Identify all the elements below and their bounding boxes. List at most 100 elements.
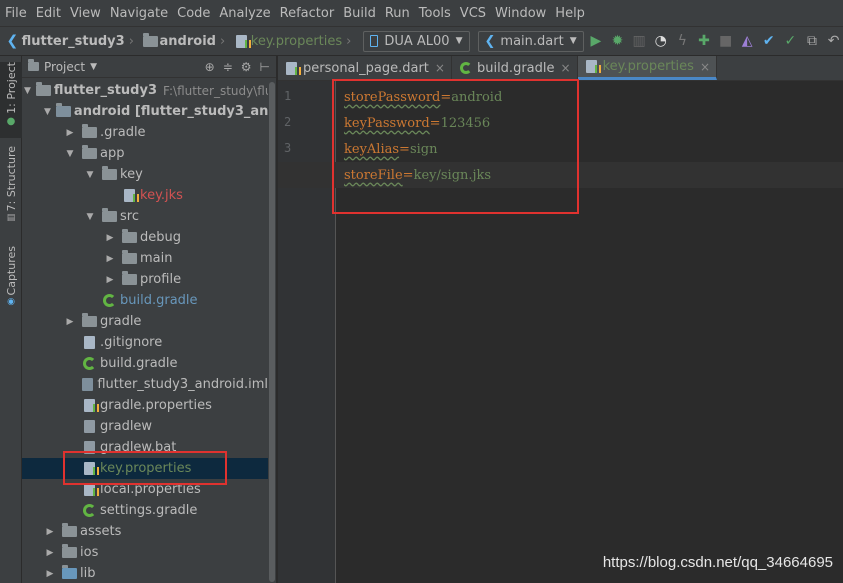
chevron-right-icon[interactable]: ▶	[104, 233, 116, 243]
property-separator: =	[429, 115, 441, 131]
chevron-right-icon[interactable]: ▶	[104, 254, 116, 264]
tool-tab-project[interactable]: 1: Project ●	[0, 62, 22, 138]
project-tree-scrollbar[interactable]	[268, 80, 276, 583]
close-icon[interactable]: ×	[700, 60, 710, 74]
menu-analyze[interactable]: Analyze	[219, 6, 270, 21]
gradle-icon	[81, 357, 97, 371]
menu-window[interactable]: Window	[495, 6, 546, 21]
tree-item-profile[interactable]: ▶ profile	[22, 269, 268, 290]
tree-item-dot-gradle[interactable]: ▶ .gradle	[22, 122, 268, 143]
tree-item-key-properties[interactable]: key.properties	[22, 458, 268, 479]
chevron-down-icon[interactable]: ▼	[84, 170, 96, 180]
tree-item-local-properties[interactable]: local.properties	[22, 479, 268, 500]
hot-reload-icon[interactable]: ϟ	[673, 30, 692, 52]
tree-item-android[interactable]: ▼ android [flutter_study3_android	[22, 101, 276, 122]
menu-build[interactable]: Build	[343, 6, 376, 21]
coverage-icon[interactable]: ▥	[630, 30, 649, 52]
tree-item-label: assets	[80, 524, 122, 539]
menu-refactor[interactable]: Refactor	[280, 6, 335, 21]
tree-item-lib[interactable]: ▶ lib	[22, 563, 268, 583]
tree-item-gradle-properties[interactable]: gradle.properties	[22, 395, 268, 416]
tree-item-build-gradle[interactable]: build.gradle	[22, 353, 268, 374]
code-line-current[interactable]: storeFile = key/sign.jks	[278, 162, 843, 188]
collapse-all-icon[interactable]: ≑	[223, 60, 233, 74]
stop-icon[interactable]: ■	[716, 30, 735, 52]
tree-item-gitignore[interactable]: .gitignore	[22, 332, 268, 353]
chevron-down-icon[interactable]: ▼	[64, 149, 76, 159]
vcs-revert-icon[interactable]: ↶	[824, 30, 843, 52]
chevron-down-icon[interactable]: ▼	[44, 107, 51, 117]
tool-tab-project-label: 1: Project	[4, 62, 18, 114]
run-config-selector[interactable]: ❮ main.dart ▼	[477, 30, 584, 52]
chevron-down-icon: ▼	[569, 36, 577, 46]
tree-item-app[interactable]: ▼ app	[22, 143, 268, 164]
tree-item-debug[interactable]: ▶ debug	[22, 227, 268, 248]
properties-file-icon	[81, 399, 99, 413]
tree-item-src[interactable]: ▼ src	[22, 206, 268, 227]
chevron-right-icon[interactable]: ▶	[44, 569, 56, 579]
vcs-update-icon[interactable]: ✔	[759, 30, 778, 52]
tab-personal-page-dart[interactable]: personal_page.dart ×	[278, 56, 452, 80]
tree-item-settings-gradle[interactable]: settings.gradle	[22, 500, 268, 521]
tree-item-gradlew-bat[interactable]: gradlew.bat	[22, 437, 268, 458]
breadcrumb-file[interactable]: key.properties ›	[251, 34, 356, 49]
vcs-commit-icon[interactable]: ✓	[781, 30, 800, 52]
scrollbar-thumb[interactable]	[269, 82, 275, 582]
gear-icon[interactable]: ⚙	[241, 60, 252, 74]
menu-file[interactable]: File	[5, 6, 27, 21]
run-icon[interactable]: ▶	[587, 30, 606, 52]
tree-item-app-build-gradle[interactable]: build.gradle	[22, 290, 268, 311]
chevron-right-icon[interactable]: ▶	[64, 128, 76, 138]
tree-item-assets[interactable]: ▶ assets	[22, 521, 268, 542]
code-line[interactable]: keyAlias = sign	[344, 136, 843, 162]
menu-view[interactable]: View	[70, 6, 101, 21]
tree-item-ios[interactable]: ▶ ios	[22, 542, 268, 563]
tree-item-label: gradlew.bat	[100, 440, 177, 455]
vcs-history-icon[interactable]: ⧉	[803, 30, 822, 52]
breadcrumb-project[interactable]: flutter_study3 ›	[22, 34, 138, 49]
tab-key-properties[interactable]: key.properties ×	[577, 56, 717, 80]
menu-code[interactable]: Code	[177, 6, 210, 21]
chevron-right-icon[interactable]: ▶	[44, 548, 56, 558]
chevron-right-icon[interactable]: ▶	[104, 275, 116, 285]
tool-tab-structure[interactable]: 7: Structure ▤	[0, 146, 22, 228]
chevron-right-icon[interactable]: ▶	[44, 527, 56, 537]
chevron-down-icon[interactable]: ▼	[90, 62, 97, 72]
device-selector[interactable]: DUA AL00 ▼	[363, 30, 470, 52]
code-editor[interactable]: 1 2 3 4 storePassword=android keyPasswor…	[278, 81, 843, 583]
chevron-down-icon[interactable]: ▼	[24, 86, 31, 96]
close-icon[interactable]: ×	[435, 61, 445, 75]
tree-item-project-root[interactable]: ▼ flutter_study3 F:\flutter_study\flutte…	[22, 80, 276, 101]
attach-debugger-icon[interactable]: ✚	[695, 30, 714, 52]
profile-icon[interactable]: ◔	[651, 30, 670, 52]
menu-run[interactable]: Run	[385, 6, 410, 21]
tree-item-key-jks[interactable]: key.jks	[22, 185, 268, 206]
tab-build-gradle[interactable]: build.gradle ×	[452, 56, 578, 80]
menu-vcs[interactable]: VCS	[460, 6, 486, 21]
folder-icon	[61, 565, 77, 581]
locate-file-icon[interactable]: ⊕	[205, 60, 215, 74]
code-line[interactable]: keyPassword = 123456	[344, 110, 843, 136]
menu-tools[interactable]: Tools	[419, 6, 451, 21]
breadcrumb-module[interactable]: android ›	[160, 34, 230, 49]
menu-help[interactable]: Help	[555, 6, 585, 21]
hide-panel-icon[interactable]: ⊢	[260, 60, 270, 74]
chevron-down-icon[interactable]: ▼	[84, 212, 96, 222]
code-line[interactable]: storePassword = android	[344, 84, 843, 110]
menu-edit[interactable]: Edit	[36, 6, 61, 21]
tree-item-iml[interactable]: flutter_study3_android.iml	[22, 374, 268, 395]
project-panel-title[interactable]: Project	[44, 60, 85, 74]
project-view-icon	[28, 58, 39, 74]
chevron-right-icon[interactable]: ▶	[64, 317, 76, 327]
breadcrumb-file-label: key.properties	[250, 33, 343, 49]
menu-navigate[interactable]: Navigate	[110, 6, 168, 21]
tree-item-key-folder[interactable]: ▼ key	[22, 164, 268, 185]
tree-item-gradlew[interactable]: gradlew	[22, 416, 268, 437]
tree-item-main[interactable]: ▶ main	[22, 248, 268, 269]
tool-tab-captures-label: Captures	[4, 246, 18, 296]
debug-icon[interactable]: ✹	[608, 30, 627, 52]
tool-tab-captures[interactable]: Captures ◉	[0, 246, 22, 316]
tree-item-gradle[interactable]: ▶ gradle	[22, 311, 268, 332]
close-icon[interactable]: ×	[561, 61, 571, 75]
build-icon[interactable]: ◭	[738, 30, 757, 52]
